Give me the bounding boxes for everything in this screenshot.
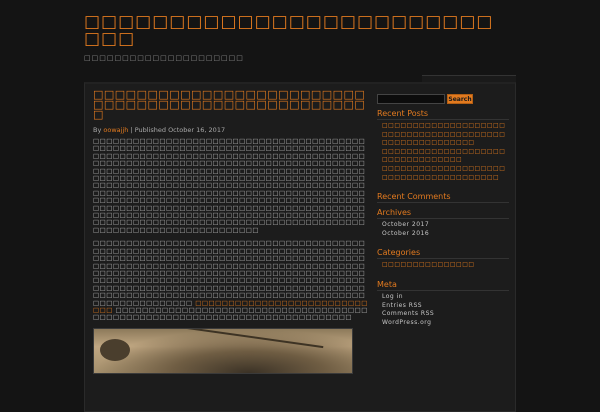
- recent-post-link[interactable]: □□□□□□□□□□□□□□□□□□□: [382, 174, 509, 183]
- image-scroll-shape: [100, 338, 130, 361]
- meta-link-wordpress[interactable]: WordPress.org: [382, 319, 509, 328]
- widget-title: Recent Comments: [377, 192, 509, 204]
- site-header: □□□□□□□□□□□□□□□□□□□□□□□□□□□ □□□□□□□□□□□□…: [84, 14, 504, 63]
- category-link[interactable]: □□□□□□□□□□□□□□□: [382, 261, 509, 270]
- meta-link-comments-rss[interactable]: Comments RSS: [382, 310, 509, 319]
- widget-title: Recent Posts: [377, 109, 509, 120]
- meta-widget: Meta Log in Entries RSS Comments RSS Wor…: [377, 280, 509, 327]
- main-panel: □□□□□□□□□□□□□□□□□□□□□□□□□□□□□□□□□□□□□□□□…: [84, 82, 516, 412]
- recent-post-link[interactable]: □□□□□□□□□□□□□: [382, 156, 509, 165]
- image-line-shape: [164, 328, 324, 348]
- author-link[interactable]: oowajjh: [103, 126, 128, 134]
- recent-post-link[interactable]: □□□□□□□□□□□□□□□: [382, 139, 509, 148]
- post-title[interactable]: □□□□□□□□□□□□□□□□□□□□□□□□□□□□□□□□□□□□□□□□…: [93, 89, 368, 120]
- recent-posts-widget: Recent Posts □□□□□□□□□□□□□□□□□□□□ □□□□□□…: [377, 109, 509, 182]
- meta-prefix: By: [93, 126, 102, 134]
- recent-post-link[interactable]: □□□□□□□□□□□□□□□□□□□□: [382, 122, 509, 131]
- post-paragraph-tail: □□□□□□□□□□□□□□□□□□□□□□□□□□□□□□□□□□□□□□□□…: [93, 305, 368, 322]
- search-button[interactable]: Search: [447, 94, 473, 104]
- search-form: Search: [377, 94, 509, 104]
- recent-comments-widget: Recent Comments: [377, 192, 509, 204]
- widget-title: Meta: [377, 280, 509, 291]
- post-image: [93, 327, 353, 374]
- post-paragraph: □□□□□□□□□□□□□□□□□□□□□□□□□□□□□□□□□□□□□□□□…: [93, 239, 368, 322]
- search-input[interactable]: [377, 94, 445, 104]
- post-article: □□□□□□□□□□□□□□□□□□□□□□□□□□□□□□□□□□□□□□□□…: [93, 89, 368, 374]
- post-paragraph-text: □□□□□□□□□□□□□□□□□□□□□□□□□□□□□□□□□□□□□□□□…: [93, 239, 366, 307]
- recent-post-link[interactable]: □□□□□□□□□□□□□□□□□□□□: [382, 165, 509, 174]
- archive-link[interactable]: October 2017: [382, 221, 509, 230]
- archives-widget: Archives October 2017 October 2016: [377, 208, 509, 238]
- site-description: □□□□□□□□□□□□□□□□□□□□□: [84, 54, 244, 62]
- widget-title: Categories: [377, 248, 509, 260]
- archive-link[interactable]: October 2016: [382, 230, 509, 239]
- post-body: □□□□□□□□□□□□□□□□□□□□□□□□□□□□□□□□□□□□□□□□…: [93, 137, 368, 322]
- widget-title: Archives: [377, 208, 509, 220]
- post-paragraph: □□□□□□□□□□□□□□□□□□□□□□□□□□□□□□□□□□□□□□□□…: [93, 137, 366, 234]
- sidebar: Search Recent Posts □□□□□□□□□□□□□□□□□□□□…: [377, 94, 509, 327]
- meta-link-entries-rss[interactable]: Entries RSS: [382, 302, 509, 311]
- categories-widget: Categories □□□□□□□□□□□□□□□: [377, 248, 509, 270]
- meta-link-login[interactable]: Log in: [382, 293, 509, 302]
- post-meta: By oowajjh | Published October 16, 2017: [93, 126, 368, 134]
- recent-post-link[interactable]: □□□□□□□□□□□□□□□□□□□□: [382, 131, 509, 140]
- site-title[interactable]: □□□□□□□□□□□□□□□□□□□□□□□□□□□: [84, 14, 504, 48]
- meta-published: | Published October 16, 2017: [130, 126, 226, 134]
- recent-post-link[interactable]: □□□□□□□□□□□□□□□□□□□□: [382, 148, 509, 157]
